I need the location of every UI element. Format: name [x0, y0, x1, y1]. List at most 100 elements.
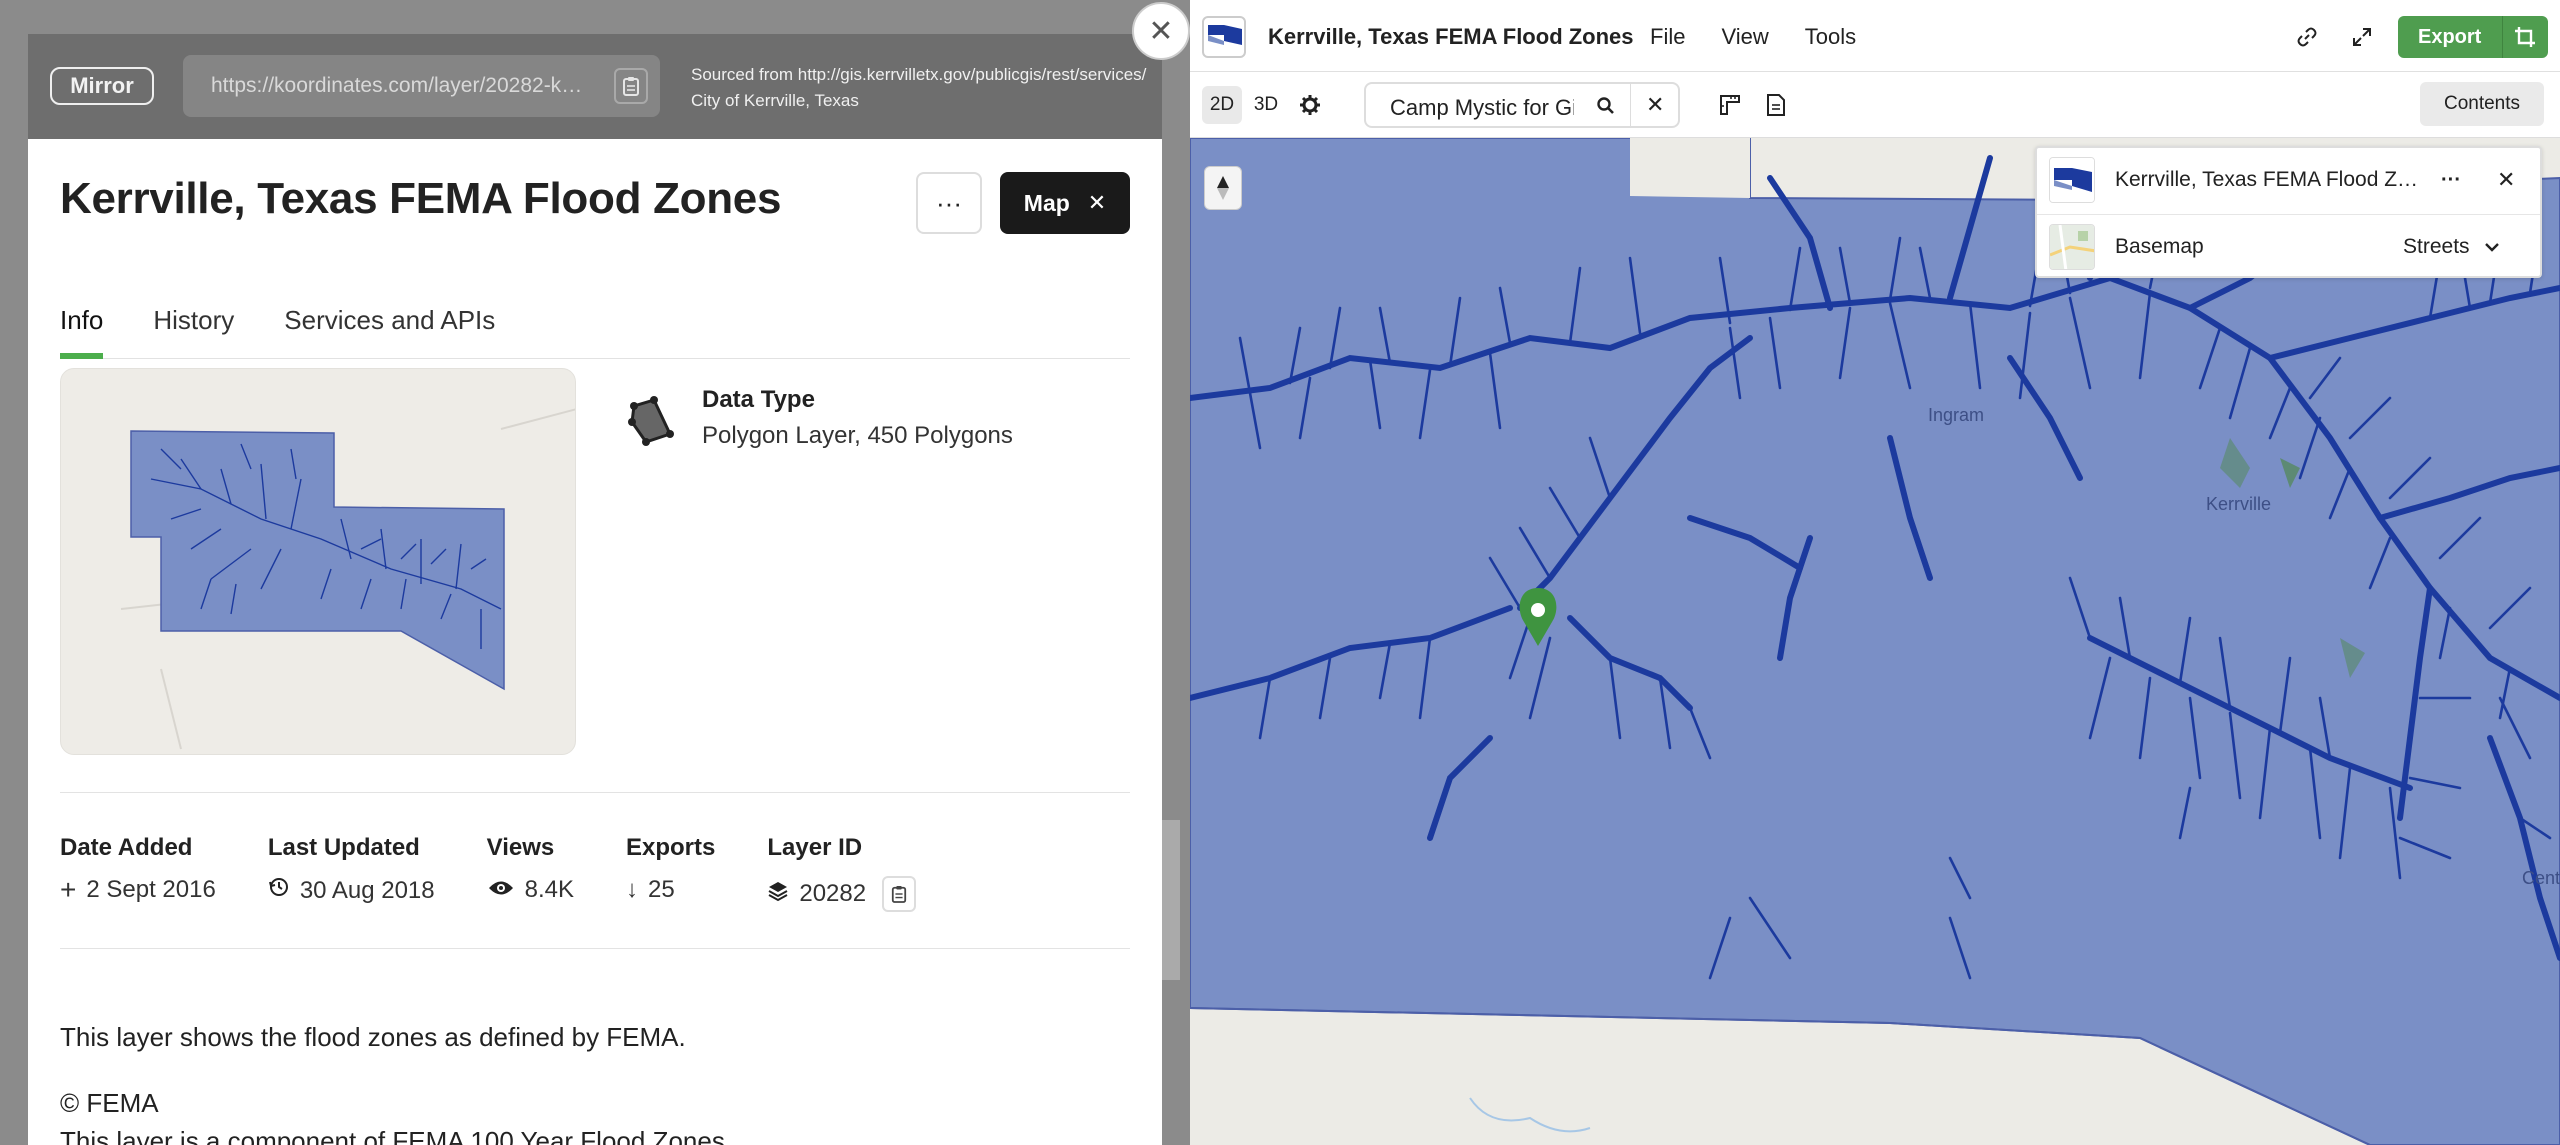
measure-tool-icon[interactable] [1710, 86, 1750, 124]
layer-swatch-icon [2049, 157, 2095, 203]
app-title: Kerrville, Texas FEMA Flood Zones [1268, 24, 1634, 49]
layer-name: Kerrville, Texas FEMA Flood Zones [2115, 168, 2425, 191]
layers-panel: Kerrville, Texas FEMA Flood Zones ··· ✕ … [2035, 146, 2542, 278]
layer-info-modal: Mirror https://koordinates.com/layer/202… [28, 34, 1162, 1145]
menu-view[interactable]: View [1721, 24, 1768, 50]
layer-row[interactable]: Kerrville, Texas FEMA Flood Zones ··· ✕ [2037, 148, 2540, 212]
basemap-thumbnail-icon [2049, 223, 2095, 270]
map-search-field[interactable]: Camp Mystic for Girls ✕ [1364, 82, 1680, 128]
download-arrow-icon: ↓ [626, 876, 638, 903]
close-modal-button[interactable]: ✕ [1132, 2, 1190, 60]
export-button[interactable]: Export [2398, 16, 2548, 58]
map-label-kerrville: Kerrville [2206, 494, 2271, 514]
crop-icon[interactable] [2514, 26, 2536, 54]
polygon-icon [624, 392, 680, 453]
link-icon[interactable] [2290, 20, 2324, 54]
clipboard-icon [891, 886, 907, 903]
map-label-ingram: Ingram [1928, 405, 1984, 425]
data-type-value: Polygon Layer, 450 Polygons [702, 422, 1013, 449]
search-icon[interactable] [1596, 96, 1616, 121]
tab-history[interactable]: History [153, 289, 234, 359]
stat-label: Exports [626, 834, 716, 861]
basemap-select[interactable]: Streets [2403, 235, 2500, 259]
export-label: Export [2418, 25, 2482, 48]
map-viewer: Kerrville, Texas FEMA Flood Zones File V… [1190, 0, 2560, 1145]
clipboard-icon [623, 77, 639, 96]
flood-zone-map[interactable]: Ingram Kerrville Center [1190, 138, 2560, 1145]
backdrop-edge [1160, 820, 1180, 980]
layer-title: Kerrville, Texas FEMA Flood Zones [60, 174, 782, 223]
stat-value: 2 Sept 2016 [86, 876, 216, 903]
gear-icon[interactable] [1290, 86, 1330, 124]
compass-north-arrow-icon[interactable] [1204, 166, 1242, 210]
remove-layer-icon[interactable]: ✕ [2497, 167, 2515, 193]
divider [1630, 84, 1631, 126]
layer-thumbnail [60, 368, 576, 755]
stat-value: 20282 [799, 880, 867, 907]
divider [60, 792, 1130, 793]
layer-url-text: https://koordinates.com/layer/20282-kerr… [211, 74, 591, 97]
stat-date-added: Date Added +2 Sept 2016 [60, 834, 216, 912]
map-canvas[interactable]: Ingram Kerrville Center Kerrville, Texas… [1190, 138, 2560, 1145]
basemap-row[interactable]: Basemap Streets [2037, 214, 2540, 278]
thumbnail-map [120, 408, 575, 750]
layer-thumbnail-icon [1202, 16, 1246, 58]
layer-options-icon[interactable]: ··· [2441, 169, 2461, 192]
screen: Mirror https://koordinates.com/layer/202… [0, 0, 2560, 1145]
layer-stats: Date Added +2 Sept 2016 Last Updated 30 … [60, 834, 968, 912]
history-icon [268, 876, 290, 905]
close-icon: ✕ [1148, 14, 1174, 48]
copyright-text: © FEMA [60, 1088, 159, 1118]
stat-label: Views [486, 834, 555, 861]
expand-icon[interactable] [2345, 20, 2379, 54]
component-text: This layer is a component of FEMA 100 Ye… [60, 1126, 732, 1145]
stat-label: Date Added [60, 834, 193, 861]
map-toolbar: 2D 3D Camp Mystic for Girls ✕ Contents [1190, 72, 2560, 138]
map-button-label: Map [1023, 189, 1070, 216]
view-3d-toggle[interactable]: 3D [1246, 86, 1286, 124]
tab-info[interactable]: Info [60, 289, 104, 359]
menu-file[interactable]: File [1650, 24, 1685, 50]
eye-icon [487, 876, 515, 904]
menu-bar: File View Tools [1650, 24, 1856, 50]
view-2d-toggle[interactable]: 2D [1202, 86, 1242, 124]
stat-exports: Exports ↓ 25 [626, 834, 715, 912]
component-link[interactable]: FEMA 100 Year Flood Zones [392, 1126, 724, 1145]
print-pdf-icon[interactable] [1756, 86, 1796, 124]
stat-value: 8.4K [524, 876, 574, 903]
tab-services-apis[interactable]: Services and APIs [284, 289, 495, 359]
app-topbar: Kerrville, Texas FEMA Flood Zones File V… [1190, 0, 2560, 72]
contents-button[interactable]: Contents [2420, 82, 2544, 126]
stat-value: 30 Aug 2018 [299, 876, 435, 904]
copy-url-button[interactable] [614, 68, 648, 104]
plus-icon: + [60, 874, 77, 905]
clear-search-icon[interactable]: ✕ [1646, 92, 1664, 118]
source-url[interactable]: Sourced from http://gis.kerrvilletx.gov/… [691, 62, 1151, 88]
divider [60, 948, 1130, 949]
component-prefix: This layer is a component of [60, 1126, 393, 1145]
source-info: Sourced from http://gis.kerrvilletx.gov/… [691, 62, 1151, 114]
modal-header-bar: Mirror https://koordinates.com/layer/202… [28, 34, 1162, 139]
data-type-label: Data Type [702, 386, 815, 413]
layer-url-field[interactable]: https://koordinates.com/layer/20282-kerr… [183, 55, 660, 117]
stat-views: Views 8.4K [487, 834, 574, 912]
modal-tabs: Info History Services and APIs [60, 289, 1130, 359]
more-options-button[interactable]: ··· [916, 172, 982, 234]
component-suffix: . [724, 1126, 733, 1145]
layer-description: This layer shows the flood zones as defi… [60, 1022, 686, 1052]
stat-layer-id: Layer ID 20282 [767, 834, 917, 912]
menu-tools[interactable]: Tools [1805, 24, 1856, 50]
divider [2502, 16, 2503, 58]
source-org: City of Kerrville, Texas [691, 91, 859, 110]
basemap-value: Streets [2403, 234, 2470, 258]
map-toggle-button[interactable]: Map ✕ [1000, 172, 1130, 234]
chevron-down-icon [2484, 235, 2500, 259]
stat-value: 25 [648, 876, 675, 903]
stat-label: Last Updated [267, 834, 420, 861]
copy-layer-id-button[interactable] [882, 876, 917, 912]
search-input[interactable]: Camp Mystic for Girls [1390, 95, 1574, 121]
stat-last-updated: Last Updated 30 Aug 2018 [268, 834, 435, 912]
close-icon: ✕ [1087, 190, 1107, 215]
mirror-button[interactable]: Mirror [50, 67, 154, 105]
layers-icon [767, 880, 789, 909]
